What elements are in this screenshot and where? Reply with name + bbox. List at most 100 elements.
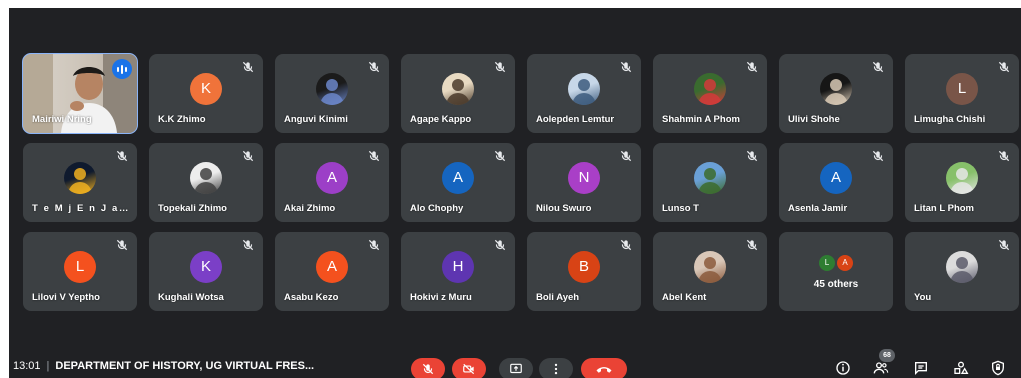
participant-name: You bbox=[914, 292, 932, 303]
participant-tile[interactable]: T e M j E n J a M i R bbox=[23, 143, 137, 222]
mic-off-icon bbox=[115, 238, 129, 252]
participant-name: Lunso T bbox=[662, 203, 699, 214]
avatar-photo bbox=[568, 72, 600, 105]
participant-name: Topekali Zhimo bbox=[158, 203, 227, 214]
avatar: L bbox=[64, 250, 96, 283]
mic-off-icon bbox=[241, 149, 255, 163]
mic-off-icon bbox=[619, 149, 633, 163]
chat-icon bbox=[913, 360, 929, 376]
participant-name: K.K Zhimo bbox=[158, 114, 206, 125]
participant-name: Aolepden Lemtur bbox=[536, 114, 615, 125]
videocam-off-icon bbox=[462, 362, 476, 376]
others-count-label: 45 others bbox=[813, 278, 859, 290]
people-button[interactable] bbox=[873, 360, 889, 376]
participant-name: Nilou Swuro bbox=[536, 203, 592, 214]
avatar-photo bbox=[64, 161, 96, 194]
mic-off-icon bbox=[997, 149, 1011, 163]
participant-name: Lilovi V Yeptho bbox=[32, 292, 100, 303]
bottom-toolbar: 13:01 | DEPARTMENT OF HISTORY, UG VIRTUAL … bbox=[9, 349, 1021, 378]
participant-name: Boli Ayeh bbox=[536, 292, 580, 303]
avatar-photo bbox=[946, 250, 978, 283]
participant-tile[interactable]: Agape Kappo bbox=[401, 54, 515, 133]
meeting-stage: Mairiwi Nring K K.K Zhimo Anguvi Kinimi Agap… bbox=[9, 8, 1021, 378]
participant-grid: Mairiwi Nring K K.K Zhimo Anguvi Kinimi Agap… bbox=[22, 53, 1019, 311]
present-button[interactable] bbox=[499, 358, 533, 378]
mic-off-icon bbox=[745, 60, 759, 74]
mic-off-icon bbox=[493, 149, 507, 163]
participant-tile[interactable]: You bbox=[905, 232, 1019, 311]
participant-tile[interactable]: N Nilou Swuro bbox=[527, 143, 641, 222]
participant-name: Litan L Phom bbox=[914, 203, 974, 214]
participant-tile[interactable]: Lunso T bbox=[653, 143, 767, 222]
mic-off-icon bbox=[997, 238, 1011, 252]
mic-off-icon bbox=[745, 238, 759, 252]
participant-tile[interactable]: Topekali Zhimo bbox=[149, 143, 263, 222]
participant-tile[interactable]: B Boli Ayeh bbox=[527, 232, 641, 311]
clock: 13:01 bbox=[13, 360, 41, 372]
avatar: A bbox=[820, 161, 852, 194]
participant-tile[interactable]: L A 45 others bbox=[779, 232, 893, 311]
avatar-silhouette bbox=[194, 167, 218, 194]
participant-name: Kughali Wotsa bbox=[158, 292, 224, 303]
participant-tile[interactable]: L Limugha Chishi bbox=[905, 54, 1019, 133]
participant-tile[interactable]: Litan L Phom bbox=[905, 143, 1019, 222]
avatar-photo bbox=[694, 72, 726, 105]
leave-call-button[interactable] bbox=[581, 358, 627, 378]
participant-tile[interactable]: K K.K Zhimo bbox=[149, 54, 263, 133]
avatar-silhouette bbox=[320, 78, 344, 105]
participant-tile[interactable]: Shahmin A Phom bbox=[653, 54, 767, 133]
participant-tile[interactable]: A Asenla Jamir bbox=[779, 143, 893, 222]
separator: | bbox=[46, 360, 50, 372]
host-controls-button[interactable] bbox=[990, 360, 1006, 376]
participant-name: Asabu Kezo bbox=[284, 292, 339, 303]
participant-name: Alo Chophy bbox=[410, 203, 464, 214]
avatar-silhouette bbox=[698, 167, 722, 194]
avatar: A bbox=[316, 250, 348, 283]
participant-tile[interactable]: A Akai Zhimo bbox=[275, 143, 389, 222]
participant-tile[interactable]: L Lilovi V Yeptho bbox=[23, 232, 137, 311]
present-screen-icon bbox=[509, 362, 523, 376]
others-summary: L A 45 others bbox=[779, 252, 893, 290]
avatar-photo bbox=[694, 161, 726, 194]
mic-off-icon bbox=[997, 60, 1011, 74]
mic-off-icon bbox=[421, 362, 435, 376]
participant-tile[interactable]: K Kughali Wotsa bbox=[149, 232, 263, 311]
participant-tile[interactable]: Mairiwi Nring bbox=[22, 53, 138, 134]
more-options-button[interactable] bbox=[539, 358, 573, 378]
avatar-silhouette bbox=[698, 78, 722, 105]
participant-name: Akai Zhimo bbox=[284, 203, 336, 214]
participant-name: Abel Kent bbox=[662, 292, 707, 303]
avatar-photo bbox=[316, 72, 348, 105]
participant-tile[interactable]: Anguvi Kinimi bbox=[275, 54, 389, 133]
participant-name: Agape Kappo bbox=[410, 114, 472, 125]
participant-tile[interactable]: A Asabu Kezo bbox=[275, 232, 389, 311]
camera-toggle-button[interactable] bbox=[452, 358, 486, 378]
avatar: A bbox=[316, 161, 348, 194]
participant-tile[interactable]: H Hokivi z Muru bbox=[401, 232, 515, 311]
participant-tile[interactable]: Ulivi Shohe bbox=[779, 54, 893, 133]
avatar-silhouette bbox=[68, 167, 92, 194]
chat-button[interactable] bbox=[913, 360, 929, 376]
mic-off-icon bbox=[367, 238, 381, 252]
participant-name: Limugha Chishi bbox=[914, 114, 986, 125]
avatar: B bbox=[568, 250, 600, 283]
host-controls-icon bbox=[990, 360, 1006, 376]
avatar-silhouette bbox=[950, 167, 974, 194]
participant-tile[interactable]: Abel Kent bbox=[653, 232, 767, 311]
meeting-info-button[interactable] bbox=[835, 360, 851, 376]
audio-level-icon bbox=[112, 59, 132, 79]
meeting-title: DEPARTMENT OF HISTORY, UG VIRTUAL FRES..… bbox=[55, 360, 315, 372]
mini-avatar: A bbox=[837, 254, 853, 271]
mic-off-icon bbox=[493, 238, 507, 252]
avatar: A bbox=[442, 161, 474, 194]
mic-off-icon bbox=[493, 60, 507, 74]
avatar: L bbox=[946, 72, 978, 105]
activities-button[interactable] bbox=[953, 360, 969, 376]
mic-toggle-button[interactable] bbox=[411, 358, 445, 378]
participant-name: Hokivi z Muru bbox=[410, 292, 472, 303]
people-icon bbox=[873, 360, 889, 376]
mic-off-icon bbox=[871, 60, 885, 74]
participant-tile[interactable]: Aolepden Lemtur bbox=[527, 54, 641, 133]
participant-tile[interactable]: A Alo Chophy bbox=[401, 143, 515, 222]
avatar-silhouette bbox=[572, 78, 596, 105]
